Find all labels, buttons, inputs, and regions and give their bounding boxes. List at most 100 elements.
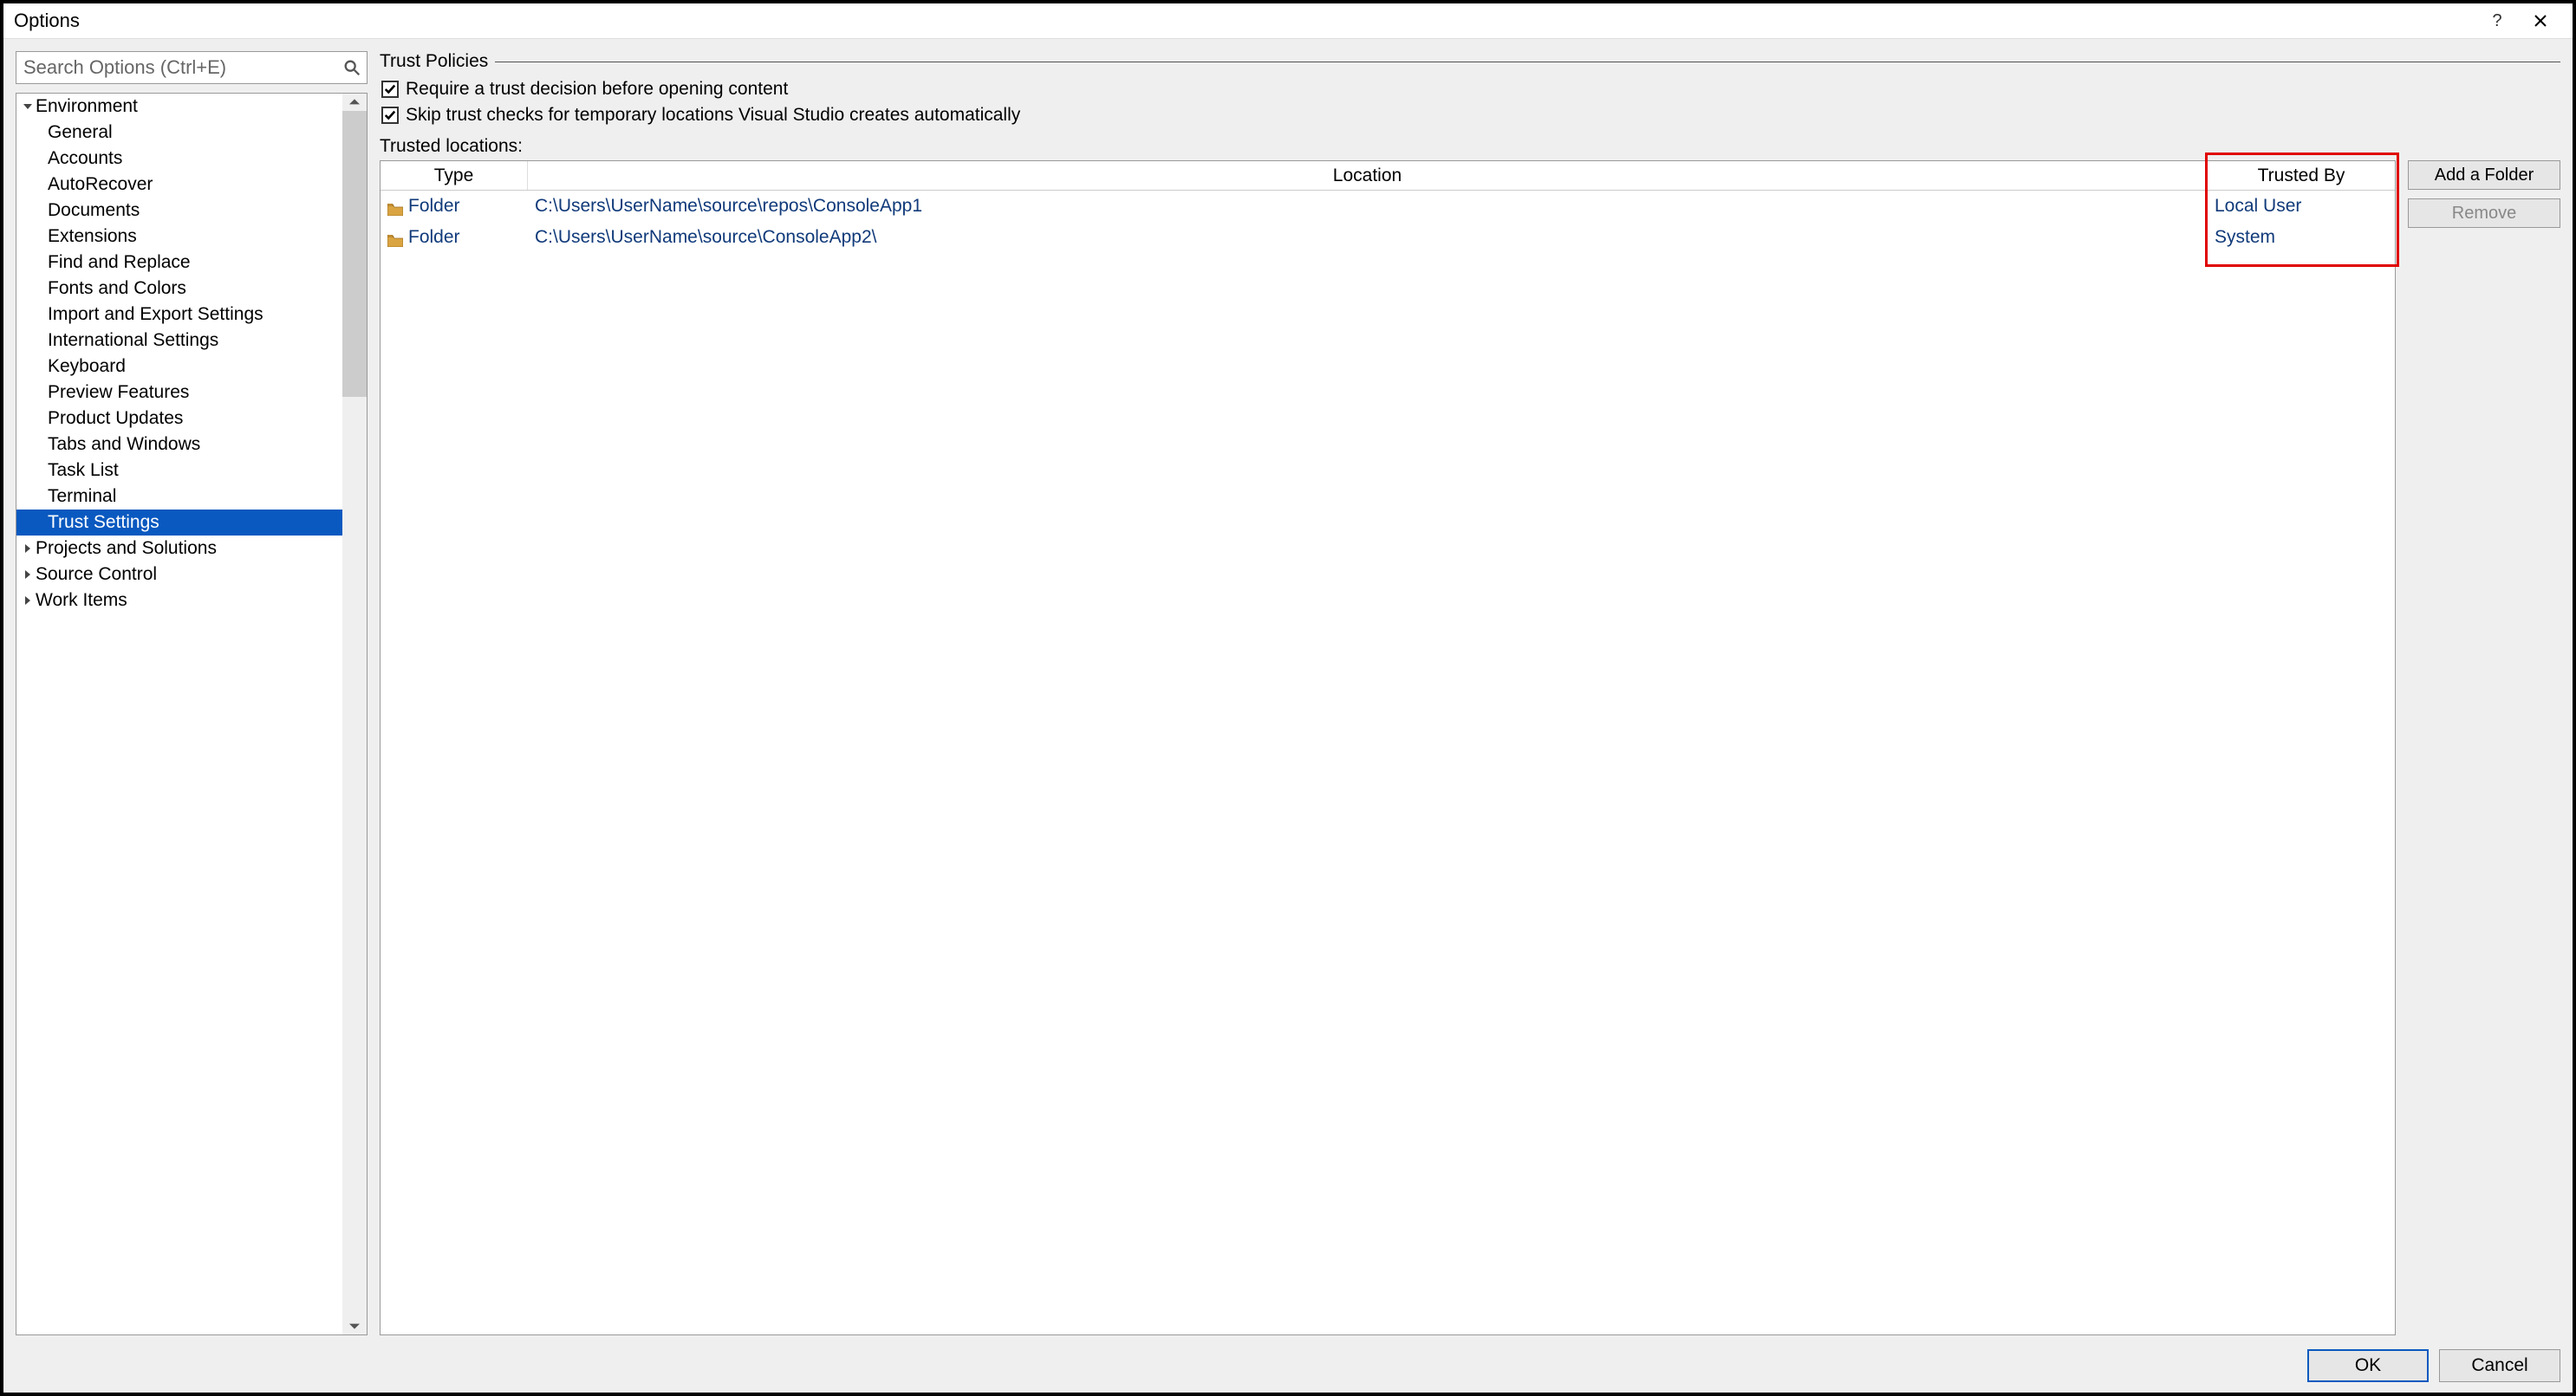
tree-label: Documents: [48, 200, 140, 221]
tree-label: Accounts: [48, 148, 122, 169]
tree-label: Find and Replace: [48, 252, 191, 273]
tree-label: Import and Export Settings: [48, 304, 263, 325]
col-header-location[interactable]: Location: [528, 161, 2208, 190]
cell-type: Folder: [381, 227, 528, 248]
checkbox-row-require-trust[interactable]: Require a trust decision before opening …: [380, 79, 2560, 100]
remove-button[interactable]: Remove: [2408, 198, 2560, 228]
tree-label: General: [48, 122, 113, 143]
tree-node-international-settings[interactable]: International Settings: [16, 328, 342, 354]
options-dialog: Options ?: [0, 0, 2576, 1396]
tree-node-general[interactable]: General: [16, 120, 342, 146]
expander-open-icon: [22, 102, 34, 111]
trusted-locations-label: Trusted locations:: [380, 136, 2560, 157]
table-row[interactable]: Folder C:\Users\UserName\source\repos\Con…: [381, 191, 2395, 222]
search-icon: [342, 58, 361, 77]
help-button[interactable]: ?: [2475, 9, 2519, 33]
tree-node-accounts[interactable]: Accounts: [16, 146, 342, 172]
trusted-locations-table[interactable]: Type Location Trusted By FolderC:\Users\…: [380, 160, 2396, 1335]
tree-label: Trust Settings: [48, 512, 159, 533]
tree-label: Environment: [36, 96, 138, 117]
checkbox-row-skip-temp[interactable]: Skip trust checks for temporary location…: [380, 105, 2560, 126]
tree-label: Preview Features: [48, 382, 189, 403]
cell-trusted-by: System: [2208, 227, 2395, 248]
checkbox-label: Require a trust decision before opening …: [406, 79, 788, 100]
group-header: Trust Policies: [380, 51, 2560, 72]
check-icon: [384, 109, 396, 121]
dialog-footer: OK Cancel: [16, 1344, 2560, 1382]
tree-node-source-control[interactable]: Source Control: [16, 562, 342, 588]
search-box[interactable]: [16, 51, 368, 84]
cell-type: Folder: [381, 196, 528, 217]
tree-node-preview-features[interactable]: Preview Features: [16, 380, 342, 406]
tree-node-keyboard[interactable]: Keyboard: [16, 354, 342, 380]
tree-node-fonts-and-colors[interactable]: Fonts and Colors: [16, 276, 342, 302]
tree-node-environment[interactable]: Environment: [16, 94, 342, 120]
remove-label: Remove: [2452, 204, 2516, 224]
tree-node-product-updates[interactable]: Product Updates: [16, 406, 342, 432]
tree-label: Extensions: [48, 226, 137, 247]
scroll-down-button[interactable]: [342, 1317, 367, 1334]
cell-trusted-by: Local User: [2208, 196, 2395, 217]
tree-label: Source Control: [36, 564, 157, 585]
folder-icon: [387, 200, 403, 212]
main-row: Environment General Accounts AutoRecover Do…: [16, 51, 2560, 1335]
tree-label: Fonts and Colors: [48, 278, 186, 299]
group-title: Trust Policies: [380, 51, 488, 72]
tree-node-documents[interactable]: Documents: [16, 198, 342, 224]
search-input[interactable]: [16, 52, 367, 83]
chevron-up-icon: [349, 97, 360, 107]
tree-node-find-and-replace[interactable]: Find and Replace: [16, 250, 342, 276]
expander-closed-icon: [22, 596, 34, 605]
tree-node-import-and-export-settings[interactable]: Import and Export Settings: [16, 302, 342, 328]
tree-node-autorecover[interactable]: AutoRecover: [16, 172, 342, 198]
tree-label: Tabs and Windows: [48, 434, 200, 455]
left-column: Environment General Accounts AutoRecover Do…: [16, 51, 368, 1335]
tree-label: Product Updates: [48, 408, 183, 429]
cell-location: C:\Users\UserName\source\repos\ConsoleAp…: [528, 196, 2208, 217]
chevron-down-icon: [349, 1321, 360, 1331]
window-title: Options: [14, 10, 2475, 32]
col-header-type[interactable]: Type: [381, 161, 528, 190]
checkbox-label: Skip trust checks for temporary location…: [406, 105, 1020, 126]
tree-label: International Settings: [48, 330, 218, 351]
tree-label: Terminal: [48, 486, 116, 507]
check-icon: [384, 83, 396, 95]
title-bar: Options ?: [3, 3, 2573, 39]
tree-node-terminal[interactable]: Terminal: [16, 484, 342, 510]
folder-icon: [387, 231, 403, 243]
add-folder-button[interactable]: Add a Folder: [2408, 160, 2560, 190]
table-header: Type Location Trusted By: [381, 161, 2395, 191]
scroll-up-button[interactable]: [342, 94, 367, 111]
close-button[interactable]: [2519, 9, 2562, 33]
expander-closed-icon: [22, 570, 34, 579]
dialog-body: Environment General Accounts AutoRecover Do…: [3, 39, 2573, 1393]
scroll-thumb[interactable]: [342, 111, 367, 397]
ok-label: OK: [2355, 1355, 2381, 1376]
cancel-label: Cancel: [2471, 1355, 2527, 1376]
tree-node-tabs-and-windows[interactable]: Tabs and Windows: [16, 432, 342, 458]
tree-node-trust-settings[interactable]: Trust Settings: [16, 510, 342, 536]
checkbox-skip-temp[interactable]: [381, 107, 399, 124]
ok-button[interactable]: OK: [2307, 1349, 2429, 1382]
close-icon: [2534, 14, 2547, 28]
type-text: Folder: [408, 227, 460, 248]
checkbox-require-trust[interactable]: [381, 81, 399, 98]
table-buttons: Add a Folder Remove: [2408, 160, 2560, 228]
table-row[interactable]: FolderC:\Users\UserName\source\ConsoleAp…: [381, 222, 2395, 253]
tree-node-extensions[interactable]: Extensions: [16, 224, 342, 250]
expander-closed-icon: [22, 544, 34, 553]
type-text: Folder: [408, 196, 460, 217]
tree-label: Keyboard: [48, 356, 126, 377]
tree-node-projects-and-solutions[interactable]: Projects and Solutions: [16, 536, 342, 562]
add-folder-label: Add a Folder: [2435, 166, 2534, 185]
cancel-button[interactable]: Cancel: [2439, 1349, 2560, 1382]
tree-label: AutoRecover: [48, 174, 153, 195]
tree-scrollbar[interactable]: [342, 94, 367, 1334]
tree-label: Work Items: [36, 590, 127, 611]
tree-node-work-items[interactable]: Work Items: [16, 588, 342, 614]
col-header-trusted-by[interactable]: Trusted By: [2208, 161, 2395, 190]
locations-row: Type Location Trusted By FolderC:\Users\…: [380, 160, 2560, 1335]
tree-node-task-list[interactable]: Task List: [16, 458, 342, 484]
tree-viewport: Environment General Accounts AutoRecover Do…: [16, 94, 342, 1334]
options-tree: Environment General Accounts AutoRecover Do…: [16, 93, 368, 1335]
